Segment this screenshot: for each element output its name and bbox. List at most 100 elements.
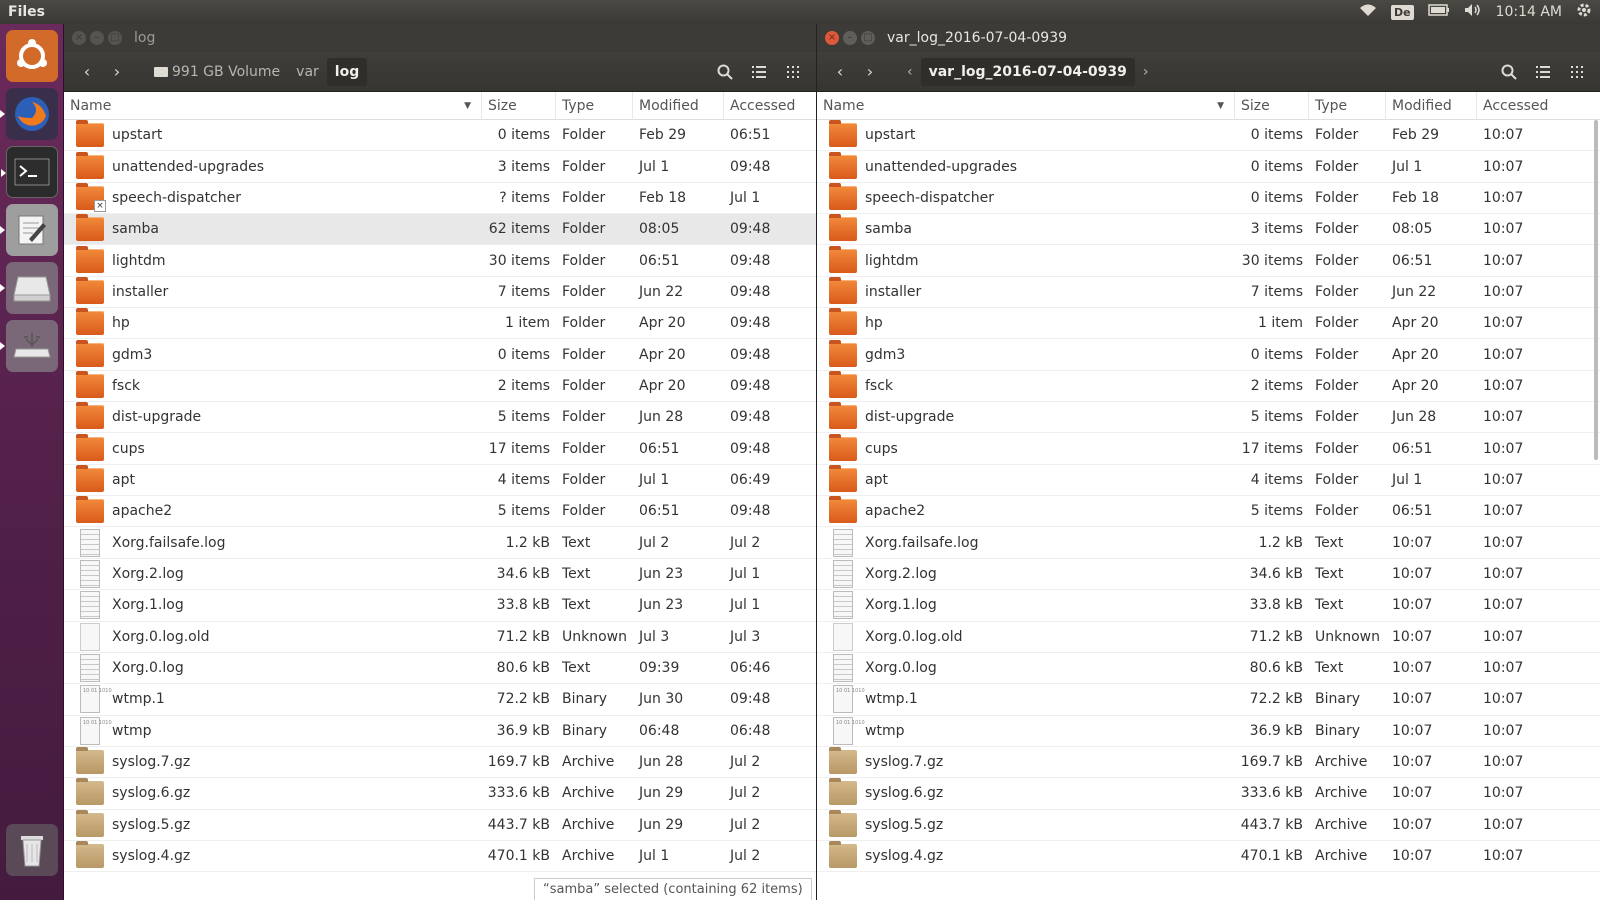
scrollbar[interactable] [1594,120,1598,460]
table-row[interactable]: 10 01 1010 wtmp 36.9 kB Binary 06:48 06:48 [64,716,816,747]
table-row[interactable]: apt 4 items Folder Jul 1 10:07 [817,464,1600,497]
table-row[interactable]: lightdm 30 items Folder 06:51 09:48 [64,245,816,277]
minimize-button[interactable]: – [843,31,857,45]
cell-size: 1 item [1258,315,1303,332]
maximize-button[interactable]: □ [861,31,875,45]
table-row[interactable]: syslog.6.gz 333.6 kB Archive 10:07 10:07 [817,778,1600,810]
wifi-icon[interactable] [1359,3,1377,21]
close-button[interactable]: × [825,31,839,45]
table-row[interactable]: Xorg.0.log 80.6 kB Text 10:07 10:07 [817,653,1600,685]
table-row[interactable]: 10 01 1010 wtmp 36.9 kB Binary 10:07 10:07 [817,716,1600,747]
table-row[interactable]: Xorg.1.log 33.8 kB Text 10:07 10:07 [817,590,1600,622]
maximize-button[interactable]: □ [108,31,122,45]
cell-name: × speech-dispatcher [64,182,482,213]
crumb-scroll-right[interactable]: › [1135,58,1157,86]
crumb-log[interactable]: log [326,57,368,86]
cell-name: apt [64,464,482,495]
table-row[interactable]: gdm3 0 items Folder Apr 20 10:07 [817,339,1600,371]
table-row[interactable]: installer 7 items Folder Jun 22 09:48 [64,276,816,309]
text-editor-icon[interactable] [0,204,58,256]
search-button[interactable] [1494,58,1524,86]
table-row[interactable]: gdm3 0 items Folder Apr 20 09:48 [64,339,816,371]
drive-icon[interactable] [0,262,58,314]
column-size[interactable]: Size [482,91,556,120]
table-row[interactable]: samba 62 items Folder 08:05 09:48 [64,214,816,246]
table-row[interactable]: Xorg.0.log.old 71.2 kB Unknown 10:07 10:07 [817,622,1600,653]
table-row[interactable]: Xorg.2.log 34.6 kB Text Jun 23 Jul 1 [64,559,816,591]
search-button[interactable] [710,58,740,86]
table-row[interactable]: syslog.6.gz 333.6 kB Archive Jun 29 Jul 2 [64,778,816,810]
cell-name: syslog.4.gz [64,841,482,871]
table-row[interactable]: syslog.7.gz 169.7 kB Archive 10:07 10:07 [817,747,1600,779]
table-row[interactable]: apache2 5 items Folder 06:51 09:48 [64,496,816,528]
volume-icon[interactable] [1464,3,1482,21]
table-row[interactable]: syslog.4.gz 470.1 kB Archive Jul 1 Jul 2 [64,841,816,873]
table-row[interactable]: unattended-upgrades 3 items Folder Jul 1 09:… [64,151,816,183]
table-row[interactable]: syslog.7.gz 169.7 kB Archive Jun 28 Jul 2 [64,747,816,779]
grid-view-button[interactable] [778,58,808,86]
column-name[interactable]: Name ▼ [64,91,482,120]
table-row[interactable]: lightdm 30 items Folder 06:51 10:07 [817,245,1600,277]
usb-drive-icon[interactable] [0,320,58,372]
forward-button[interactable]: › [855,58,885,86]
table-row[interactable]: Xorg.2.log 34.6 kB Text 10:07 10:07 [817,559,1600,591]
table-row[interactable]: 10 01 1010 wtmp.1 72.2 kB Binary 10:07 10:07 [817,684,1600,716]
settings-gear-icon[interactable] [1576,2,1592,22]
clock[interactable]: 10:14 AM [1496,4,1562,20]
table-row[interactable]: speech-dispatcher 0 items Folder Feb 18 10:0… [817,182,1600,215]
table-row[interactable]: Xorg.1.log 33.8 kB Text Jun 23 Jul 1 [64,590,816,622]
table-row[interactable]: apt 4 items Folder Jul 1 06:49 [64,464,816,497]
keyboard-layout-indicator[interactable]: De [1390,4,1414,20]
table-row[interactable]: installer 7 items Folder Jun 22 10:07 [817,276,1600,309]
column-modified[interactable]: Modified [633,91,724,120]
table-row[interactable]: apache2 5 items Folder 06:51 10:07 [817,496,1600,528]
column-accessed[interactable]: Accessed [1477,92,1569,120]
close-button[interactable]: × [72,31,86,45]
table-row[interactable]: Xorg.failsafe.log 1.2 kB Text Jul 2 Jul 2 [64,527,816,559]
table-row[interactable]: cups 17 items Folder 06:51 10:07 [817,433,1600,465]
column-type[interactable]: Type [1309,91,1386,120]
battery-icon[interactable] [1427,4,1450,20]
crumb-scroll-left[interactable]: ‹ [899,58,921,86]
ubuntu-icon[interactable] [6,30,58,82]
table-row[interactable]: hp 1 item Folder Apr 20 10:07 [817,308,1600,340]
column-type[interactable]: Type [556,91,633,120]
table-row[interactable]: unattended-upgrades 0 items Folder Jul 1 10:… [817,151,1600,183]
table-row[interactable]: dist-upgrade 5 items Folder Jun 28 10:07 [817,402,1600,434]
table-row[interactable]: syslog.4.gz 470.1 kB Archive 10:07 10:07 [817,841,1600,873]
minimize-button[interactable]: – [90,31,104,45]
firefox-icon[interactable] [0,88,58,140]
column-name[interactable]: Name ▼ [817,91,1235,120]
table-row[interactable]: samba 3 items Folder 08:05 10:07 [817,214,1600,246]
column-modified[interactable]: Modified [1386,91,1477,120]
column-accessed[interactable]: Accessed [724,92,816,120]
table-row[interactable]: 10 01 1010 wtmp.1 72.2 kB Binary Jun 30 09:48 [64,684,816,716]
table-row[interactable]: fsck 2 items Folder Apr 20 09:48 [64,370,816,403]
table-row[interactable]: Xorg.0.log 80.6 kB Text 09:39 06:46 [64,653,816,685]
terminal-icon[interactable] [1,146,58,198]
table-row[interactable]: upstart 0 items Folder Feb 29 06:51 [64,120,816,152]
table-row[interactable]: fsck 2 items Folder Apr 20 10:07 [817,370,1600,403]
back-button[interactable]: ‹ [825,58,855,86]
table-row[interactable]: × speech-dispatcher ? items Folder Feb 18 Jul… [64,182,816,215]
back-button[interactable]: ‹ [72,58,102,86]
table-row[interactable]: hp 1 item Folder Apr 20 09:48 [64,308,816,340]
table-row[interactable]: syslog.5.gz 443.7 kB Archive Jun 29 Jul 2 [64,809,816,841]
crumb-volume[interactable]: 991 GB Volume [146,58,288,86]
crumb-var[interactable]: var [288,58,327,86]
forward-button[interactable]: › [102,58,132,86]
cell-accessed: 10:07 [1483,565,1524,582]
table-row[interactable]: Xorg.0.log.old 71.2 kB Unknown Jul 3 Jul 3 [64,622,816,653]
table-row[interactable]: upstart 0 items Folder Feb 29 10:07 [817,120,1600,152]
table-row[interactable]: Xorg.failsafe.log 1.2 kB Text 10:07 10:07 [817,527,1600,559]
table-row[interactable]: syslog.5.gz 443.7 kB Archive 10:07 10:07 [817,809,1600,841]
list-view-button[interactable] [1528,58,1558,86]
trash-icon[interactable] [6,824,58,876]
folder-icon [76,151,104,179]
grid-view-button[interactable] [1562,58,1592,86]
table-row[interactable]: dist-upgrade 5 items Folder Jun 28 09:48 [64,402,816,434]
column-size[interactable]: Size [1235,91,1309,120]
crumb-current[interactable]: var_log_2016-07-04-0939 [920,57,1135,86]
table-row[interactable]: cups 17 items Folder 06:51 09:48 [64,433,816,465]
list-view-button[interactable] [744,58,774,86]
